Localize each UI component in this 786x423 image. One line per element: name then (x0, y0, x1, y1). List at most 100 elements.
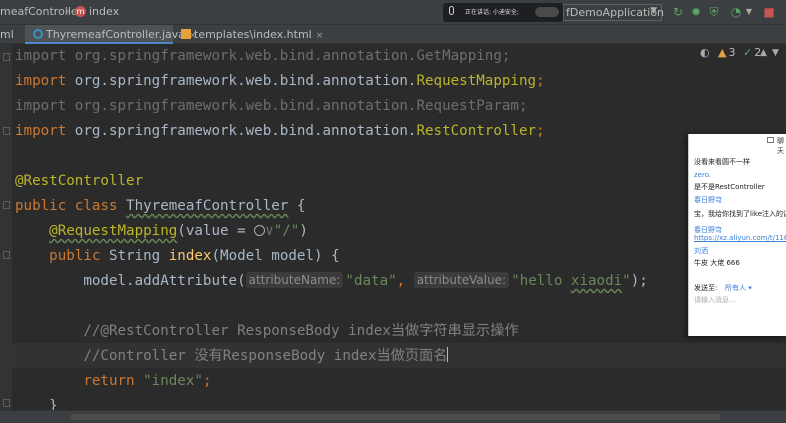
code-token: ; (202, 373, 212, 389)
parameter-hint: attributeValue: (413, 272, 510, 288)
code-line[interactable]: import org.springframework.web.bind.anno… (15, 69, 545, 94)
parameter-hint: attributeName: (245, 272, 344, 288)
chat-sender: 春日野穹 (694, 196, 722, 204)
code-token: "/" (273, 223, 300, 239)
debug-icon[interactable]: ✹ (689, 5, 703, 19)
code-token: "index" (143, 373, 203, 389)
code-line[interactable]: @RequestMapping(value = ∨"/") (15, 219, 308, 244)
code-token: public class (15, 198, 127, 214)
code-token: org.springframework.web.bind.annotation. (74, 73, 417, 89)
tab-index-html[interactable]: templates\index.html × (173, 25, 323, 44)
warnings-indicator[interactable]: ▲ 3 (718, 46, 735, 59)
code-line[interactable]: import org.springframework.web.bind.anno… (15, 94, 528, 119)
code-token: org.springframework.web.bind.annotation. (74, 123, 417, 139)
chat-panel[interactable]: 聊天 没看来看圆不一样 zero. 是不是RestController 春日野穹 宝，我… (688, 134, 786, 336)
close-icon[interactable]: × (316, 31, 324, 41)
code-line[interactable]: import org.springframework.web.bind.anno… (15, 119, 545, 144)
navigation-bar: meafController › m index 正在讲话: 小迪安全; fDe… (0, 0, 786, 25)
code-line[interactable]: model.addAttribute(attributeName: "data",… (15, 269, 648, 294)
window-icon[interactable] (767, 137, 774, 143)
blurred-avatar (535, 7, 559, 17)
code-token: import org.springframework.web.bind.anno… (15, 98, 528, 114)
code-token: return (83, 373, 144, 389)
chat-message: 是不是RestController (694, 183, 765, 191)
chat-sender: 所有人 ▾ (725, 284, 752, 292)
code-token: ); (630, 273, 648, 289)
horizontal-scrollbar[interactable] (70, 414, 720, 420)
code-line[interactable]: //Controller 没有ResponseBody index当做页面名 (15, 344, 449, 369)
code-token: xiaodi (570, 273, 623, 289)
profile-icon[interactable]: ◔ (729, 5, 743, 19)
stop-icon[interactable]: ■ (762, 5, 776, 19)
java-class-icon (33, 29, 43, 39)
code-token: { (288, 198, 306, 214)
editor-gutter[interactable] (0, 44, 12, 410)
code-token: import (15, 123, 75, 139)
rerun-icon[interactable]: ↻ (671, 5, 685, 19)
chat-message: 没看来看圆不一样 (694, 158, 750, 166)
method-icon: m (75, 6, 86, 17)
bottom-bar (0, 410, 786, 423)
chat-message: 发送至: (694, 284, 718, 292)
microphone-icon (449, 6, 454, 15)
code-token: model.addAttribute( (15, 273, 246, 289)
code-token: ; (536, 123, 545, 139)
tab-thyremeaf-controller-java[interactable]: ThyremeafController.java × (25, 25, 197, 44)
chat-message: 牛皮 大佬 666 (694, 259, 740, 267)
code-line[interactable]: //@RestController ResponseBody index当做字符… (15, 319, 519, 344)
code-token: import (15, 73, 75, 89)
code-token: import org.springframework.web.bind.anno… (15, 48, 511, 64)
chevron-down-icon[interactable]: ▼ (772, 48, 779, 58)
code-token: ThyremeafController (126, 198, 289, 214)
code-token: ∨ (265, 223, 274, 239)
code-token: (Model model) { (211, 248, 340, 264)
code-line[interactable]: @RestController (15, 169, 143, 194)
code-token: @RestController (15, 173, 144, 189)
breadcrumb-method[interactable]: index (89, 5, 119, 18)
breadcrumb-class[interactable]: meafController (0, 5, 82, 18)
chevron-down-icon: ▼ (650, 6, 657, 16)
code-token: "data" (345, 273, 397, 289)
chat-input-placeholder[interactable]: 请输入消息... (694, 295, 736, 305)
web-endpoint-icon[interactable] (254, 225, 266, 236)
meeting-speaking-indicator: 正在讲话: 小迪安全; (443, 3, 563, 22)
code-token: //@RestController ResponseBody index当做字符… (15, 323, 519, 339)
fold-marker[interactable] (3, 53, 10, 61)
editor-tab-bar: ml ThyremeafController.java × templates\i… (0, 25, 786, 44)
fold-marker[interactable] (3, 399, 10, 407)
warnings-count: 3 (728, 46, 736, 59)
weak-warnings-indicator[interactable]: ✓ 2 (743, 46, 761, 59)
tab-label: ml (0, 28, 14, 41)
text-cursor (447, 347, 449, 362)
coverage-icon[interactable]: ⛨ (707, 5, 721, 19)
fold-marker[interactable] (3, 251, 10, 259)
fold-marker[interactable] (3, 127, 10, 135)
code-line[interactable]: public class ThyremeafController { (15, 194, 305, 219)
code-token: //Controller 没有ResponseBody index当做页面名 (15, 348, 448, 364)
code-token: @RequestMapping (49, 223, 178, 239)
chevron-up-icon[interactable]: ▲ (760, 48, 767, 58)
chat-link[interactable]: https://xz.aliyun.com/t/1167 (694, 233, 786, 243)
code-token: , (396, 273, 414, 289)
reader-mode-icon[interactable]: ◐ (700, 46, 710, 59)
code-line[interactable]: public String index(Model model) { (15, 244, 340, 269)
code-token: String (108, 248, 169, 264)
fold-marker[interactable] (3, 201, 10, 209)
profile-chevron-icon[interactable]: ▼ (742, 5, 756, 19)
code-token: public (49, 248, 109, 264)
code-line[interactable]: import org.springframework.web.bind.anno… (15, 44, 510, 69)
code-editor[interactable]: import org.springframework.web.bind.anno… (12, 44, 786, 414)
meeting-speaker-text: 正在讲话: 小迪安全; (465, 9, 519, 16)
code-line[interactable]: return "index"; (15, 369, 211, 394)
tab-label: templates\index.html (194, 28, 312, 41)
html-file-icon (181, 29, 191, 39)
run-configuration-select[interactable]: fDemoApplication ▼ (563, 4, 664, 21)
code-token: index (168, 248, 212, 264)
code-token: ; (536, 73, 545, 89)
chat-sender: zero. (694, 171, 712, 179)
code-token: RequestMapping (416, 73, 537, 89)
tab-ml[interactable]: ml (0, 25, 25, 44)
